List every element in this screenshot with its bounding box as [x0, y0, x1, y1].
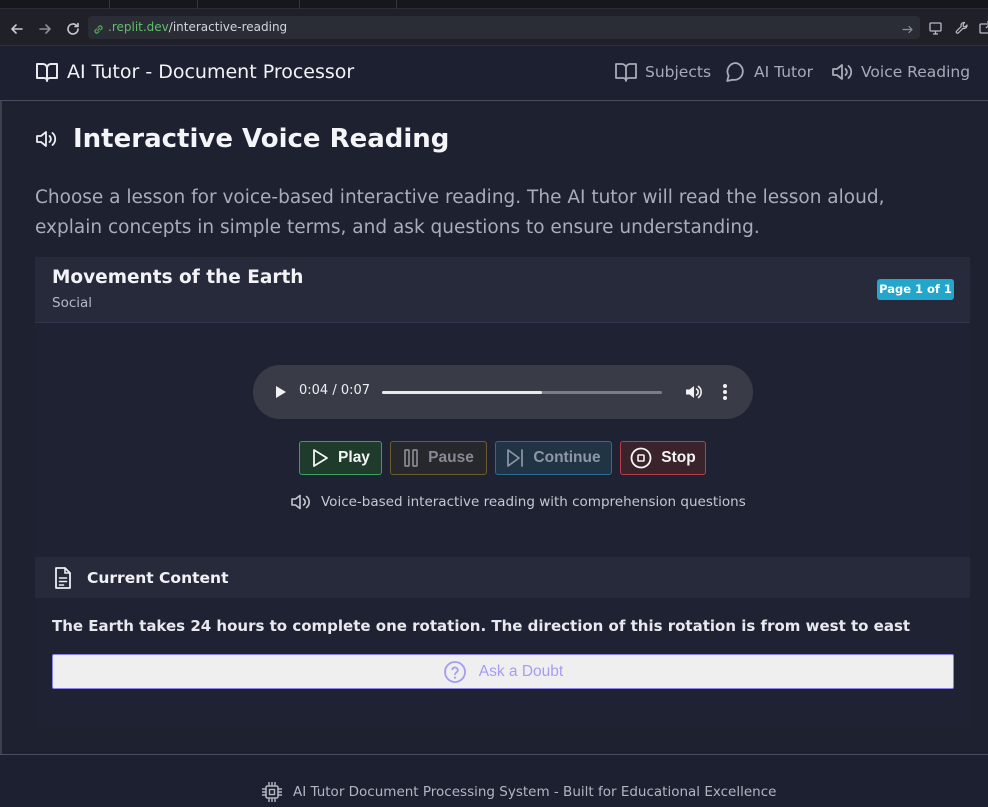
open-book-icon: [35, 61, 59, 83]
audio-seek-progress: [382, 391, 542, 394]
pause-icon: [403, 448, 419, 468]
current-content-title: Current Content: [87, 568, 229, 587]
devices-icon[interactable]: [928, 20, 944, 36]
stop-button[interactable]: Stop: [620, 441, 706, 475]
voice-note: Voice-based interactive reading with com…: [290, 493, 746, 511]
back-arrow-icon[interactable]: [8, 18, 26, 36]
footer: AI Tutor Document Processing System - Bu…: [0, 754, 988, 807]
question-circle-icon: [443, 660, 467, 684]
nav-voice-reading-label: Voice Reading: [861, 63, 971, 81]
browser-tab[interactable]: [110, 0, 198, 9]
url-path: /interactive-reading: [168, 20, 288, 34]
reload-icon[interactable]: [64, 18, 82, 36]
forward-arrow-icon[interactable]: [36, 18, 54, 36]
speaker-icon: [35, 129, 59, 150]
window-edge: [0, 46, 2, 807]
stop-circle-icon: [630, 447, 652, 469]
voice-note-text: Voice-based interactive reading with com…: [321, 494, 746, 510]
address-bar[interactable]: .replit.dev/interactive-reading: [88, 16, 920, 39]
ask-doubt-label: Ask a Doubt: [478, 662, 564, 680]
browser-tab[interactable]: [0, 0, 110, 9]
ask-doubt-button[interactable]: Ask a Doubt: [52, 654, 954, 689]
browser-tab[interactable]: [198, 0, 300, 9]
nav-subjects[interactable]: Subjects: [614, 59, 711, 85]
audio-time: 0:04 / 0:07: [299, 383, 371, 398]
page-title: Interactive Voice Reading: [73, 124, 450, 154]
lesson-title: Movements of the Earth: [52, 267, 304, 288]
page-badge: Page 1 of 1: [877, 279, 954, 300]
app-header: AI Tutor - Document Processor Subjects A…: [0, 46, 988, 101]
play-button-label: Play: [338, 449, 370, 466]
speaker-icon: [830, 61, 854, 83]
brand-title: AI Tutor - Document Processor: [67, 61, 355, 83]
continue-button-label: Continue: [533, 449, 601, 466]
audio-player: 0:04 / 0:07: [253, 365, 753, 419]
document-icon: [53, 566, 73, 590]
url-domain: .replit.dev: [108, 20, 169, 34]
brand[interactable]: AI Tutor - Document Processor: [35, 59, 354, 85]
pause-button-label: Pause: [428, 449, 474, 466]
browser-tab-strip: [0, 0, 988, 9]
lesson-card: Movements of the Earth Social Page 1 of …: [35, 257, 970, 727]
current-content-header: Current Content: [35, 557, 970, 598]
audio-seek-bar[interactable]: [382, 391, 662, 394]
play-button[interactable]: Play: [299, 441, 382, 475]
chat-bubble-icon: [725, 61, 747, 83]
nav-ai-tutor-label: AI Tutor: [754, 63, 813, 81]
lesson-subject: Social: [52, 295, 93, 311]
link-icon: [92, 21, 105, 34]
footer-content: AI Tutor Document Processing System - Bu…: [260, 780, 776, 804]
nav-subjects-label: Subjects: [645, 63, 712, 81]
volume-icon[interactable]: [684, 383, 703, 401]
skip-forward-icon: [506, 448, 524, 468]
pause-button[interactable]: Pause: [390, 441, 487, 475]
open-book-icon: [614, 61, 638, 83]
stop-button-label: Stop: [661, 449, 696, 466]
browser-tab[interactable]: [300, 0, 397, 9]
nav-voice-reading[interactable]: Voice Reading: [830, 59, 970, 85]
footer-text: AI Tutor Document Processing System - Bu…: [293, 784, 777, 800]
continue-button[interactable]: Continue: [495, 441, 612, 475]
browser-toolbar: .replit.dev/interactive-reading: [0, 9, 988, 46]
lesson-header: Movements of the Earth Social Page 1 of …: [35, 257, 970, 323]
chip-icon: [260, 780, 284, 804]
more-options-icon[interactable]: [722, 382, 728, 402]
wrench-icon[interactable]: [954, 20, 970, 36]
nav-ai-tutor[interactable]: AI Tutor: [725, 59, 813, 85]
speaker-icon: [290, 493, 312, 511]
page-intro: Choose a lesson for voice-based interact…: [35, 187, 885, 238]
current-content-text: The Earth takes 24 hours to complete one…: [52, 617, 911, 635]
go-arrow-icon[interactable]: [901, 21, 914, 34]
page-heading: Interactive Voice Reading: [35, 124, 449, 154]
open-external-icon[interactable]: [978, 20, 988, 36]
play-triangle-icon: [311, 448, 329, 468]
audio-play-icon[interactable]: [273, 384, 287, 400]
